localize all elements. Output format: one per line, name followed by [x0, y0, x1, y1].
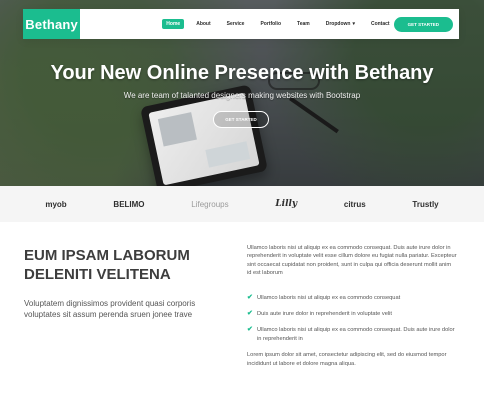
- client-logo-lilly: Lilly: [275, 199, 298, 209]
- check-icon: ✔: [247, 326, 253, 334]
- check-icon: ✔: [247, 310, 253, 318]
- check-item: ✔ Duis aute irure dolor in reprehenderit…: [247, 310, 457, 318]
- hero-subtitle: We are team of talanted designers making…: [123, 91, 361, 100]
- chevron-down-icon: ▾: [352, 21, 355, 27]
- about-closing-text: Lorem ipsum dolor sit amet, consectetur …: [247, 352, 447, 367]
- main-nav: Home About Service Portfolio Team Dropdo…: [162, 19, 393, 29]
- nav-item-about[interactable]: About: [192, 19, 214, 29]
- about-intro-text: Ullamco laboris nisi ut aliquip ex ea co…: [247, 245, 457, 277]
- about-text: Voluptatem dignissimos provident quasi c…: [24, 299, 196, 319]
- clients-strip: myob BELIMO Lifegroups Lilly citrus Trus…: [0, 186, 484, 222]
- hero-get-started-button[interactable]: GET STARTED: [213, 111, 269, 128]
- hero-section: Bethany Home About Service Portfolio Tea…: [0, 0, 484, 186]
- check-text: Ullamco laboris nisi ut aliquip ex ea co…: [257, 294, 401, 301]
- brand-logo[interactable]: Bethany: [23, 9, 81, 39]
- top-header: Bethany Home About Service Portfolio Tea…: [23, 9, 459, 39]
- hero-pen-image: [289, 96, 339, 134]
- client-logo-citrus: citrus: [343, 199, 366, 209]
- client-logo-trustly: Trustly: [412, 199, 439, 209]
- get-started-header-button[interactable]: GET STARTED: [393, 16, 453, 32]
- about-right-column: Ullamco laboris nisi ut aliquip ex ea co…: [247, 244, 457, 368]
- check-text: Duis aute irure dolor in reprehenderit i…: [257, 311, 392, 318]
- check-item: ✔ Ullamco laboris nisi ut aliquip ex ea …: [247, 326, 457, 343]
- client-logo-myob: myob: [45, 199, 67, 209]
- nav-item-home[interactable]: Home: [162, 19, 185, 29]
- nav-item-portfolio[interactable]: Portfolio: [256, 19, 285, 29]
- about-title: EUM IPSAM LABORUM DELENITI VELITENA: [24, 247, 190, 283]
- client-logo-lifegroups: Lifegroups: [191, 199, 229, 209]
- hero-title: Your New Online Presence with Bethany: [50, 62, 434, 84]
- about-checklist: ✔ Ullamco laboris nisi ut aliquip ex ea …: [247, 294, 457, 344]
- nav-item-dropdown-label: Dropdown: [325, 21, 351, 27]
- check-text: Ullamco laboris nisi ut aliquip ex ea co…: [257, 327, 455, 342]
- check-item: ✔ Ullamco laboris nisi ut aliquip ex ea …: [247, 294, 457, 302]
- nav-item-team[interactable]: Team: [293, 19, 314, 29]
- nav-item-dropdown[interactable]: Dropdown ▾: [322, 19, 359, 29]
- nav-item-contact[interactable]: Contact: [367, 19, 394, 29]
- check-icon: ✔: [247, 293, 253, 301]
- nav-item-service[interactable]: Service: [223, 19, 249, 29]
- client-logo-belimo: BELIMO: [113, 199, 145, 209]
- about-section: EUM IPSAM LABORUM DELENITI VELITENA Volu…: [0, 222, 484, 405]
